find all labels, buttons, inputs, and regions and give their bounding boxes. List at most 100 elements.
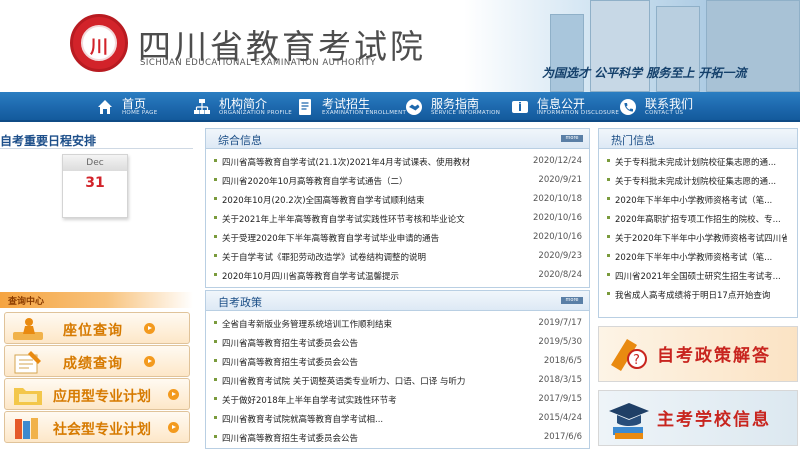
bullet-icon — [214, 273, 217, 276]
news-item: 四川省高等教育自学考试(21.1次)2021年4月考试课表、使用教材 2020/1… — [212, 154, 582, 170]
social-major-plan-button[interactable]: 社会型专业计划 — [4, 411, 190, 443]
hot-item: 2020年高职扩招专项工作招生的院校、专... — [605, 211, 785, 227]
nav-sublabel: SERVICE INFORMATION — [431, 110, 501, 116]
news-title[interactable]: 关于做好2018年上半年自学考试实践性环节考 — [222, 394, 397, 406]
news-date: 2020/10/16 — [533, 232, 582, 242]
books-icon — [15, 418, 38, 439]
more-button[interactable]: more — [561, 135, 583, 142]
hot-title[interactable]: 四川省2021年全国硕士研究生招生考试考... — [615, 270, 781, 282]
news-title[interactable]: 四川省教育考试院 关于调整英语类专业听力、口语、口译 与听力 — [222, 375, 465, 387]
pencil-paper-icon — [14, 351, 41, 374]
self-exam-policy-qa-banner[interactable]: ? 自考政策解答 — [598, 326, 798, 382]
bullet-icon — [607, 292, 610, 295]
nav-sublabel: INFORMATION DISCLOSURE — [537, 110, 620, 116]
hot-title[interactable]: 关于专科批未完成计划院校征集志愿的通... — [615, 156, 776, 168]
bullet-icon — [214, 235, 217, 238]
bullet-icon — [214, 216, 217, 219]
news-title[interactable]: 四川省高等教育招生考试委员会公告 — [222, 337, 358, 349]
button-label: 社会型专业计划 — [53, 422, 151, 438]
news-date: 2019/5/30 — [538, 337, 582, 347]
document-icon — [299, 99, 311, 115]
question-mark-icon: ? — [611, 339, 647, 371]
bullet-icon — [214, 416, 217, 419]
news-title[interactable]: 关于2021年上半年高等教育自学考试实践性环节考核和毕业论文 — [222, 213, 465, 225]
bullet-icon — [214, 321, 217, 324]
news-date: 2020/10/18 — [533, 194, 582, 204]
news-title[interactable]: 四川省教育考试院就高等教育自学考试相... — [222, 413, 383, 425]
news-title[interactable]: 全省自考新版业务管理系统培训工作顺利结束 — [222, 318, 392, 330]
applied-major-plan-button[interactable]: 应用型专业计划 — [4, 378, 190, 410]
hot-item: 2020年下半年中小学教师资格考试（笔... — [605, 192, 785, 208]
panel-header: 自考政策 more — [206, 291, 589, 311]
hot-item: 四川省2021年全国硕士研究生招生考试考... — [605, 268, 785, 284]
bullet-icon — [214, 159, 217, 162]
arrow-right-icon — [168, 422, 179, 433]
news-title[interactable]: 四川省2020年10月高等教育自学考试通告（二） — [222, 175, 407, 187]
arrow-right-icon — [168, 389, 179, 400]
news-title[interactable]: 2020年10月(20.2次)全国高等教育自学考试顺利结束 — [222, 194, 425, 206]
org-chart-icon — [194, 99, 210, 114]
news-item: 四川省高等教育招生考试委员会公告 2017/6/6 — [212, 430, 582, 446]
bullet-icon — [214, 397, 217, 400]
calendar-month: Dec — [63, 155, 127, 171]
logo-glyph: 川 — [90, 37, 108, 58]
news-title[interactable]: 四川省高等教育招生考试委员会公告 — [222, 356, 358, 368]
news-date: 2019/7/17 — [538, 318, 582, 328]
news-title[interactable]: 关于自学考试《罪犯劳动改造学》试卷结构调整的说明 — [222, 251, 426, 263]
site-header: 川 四川省教育考试院 SICHUAN EDUCATIONAL EXAMINATI… — [0, 0, 800, 92]
site-logo[interactable]: 川 — [70, 14, 128, 72]
hot-title[interactable]: 2020年高职扩招专项工作招生的院校、专... — [615, 213, 781, 225]
panel-header: 热门信息 — [599, 129, 797, 149]
divider — [0, 148, 193, 149]
hot-title[interactable]: 关于专科批未完成计划院校征集志愿的通... — [615, 175, 776, 187]
hot-info-panel: 热门信息 关于专科批未完成计划院校征集志愿的通... 关于专科批未完成计划院校征… — [598, 128, 798, 318]
hot-title[interactable]: 我省成人高考成绩将于明日17点开始查询 — [615, 289, 770, 301]
bullet-icon — [214, 197, 217, 200]
news-title[interactable]: 四川省高等教育招生考试委员会公告 — [222, 432, 358, 444]
nav-sublabel: HOME PAGE — [122, 110, 158, 116]
hot-title[interactable]: 2020年下半年中小学教师资格考试（笔... — [615, 194, 772, 206]
news-item: 2020年10月四川省高等教育自学考试温馨提示 2020/8/24 — [212, 268, 582, 284]
schedule-title: 自考重要日程安排 — [0, 134, 97, 148]
bullet-icon — [607, 216, 610, 219]
handshake-icon — [406, 99, 422, 115]
seat-query-button[interactable]: 座位查询 — [4, 312, 190, 344]
news-item: 关于自学考试《罪犯劳动改造学》试卷结构调整的说明 2020/9/23 — [212, 249, 582, 265]
button-label: 应用型专业计划 — [53, 389, 151, 405]
score-query-button[interactable]: 成绩查询 — [4, 345, 190, 377]
phone-icon — [620, 99, 636, 115]
nav-sublabel: ORGANIZATION PROFILE — [219, 110, 292, 116]
news-item: 四川省教育考试院就高等教育自学考试相... 2015/4/24 — [212, 411, 582, 427]
news-date: 2018/6/5 — [543, 356, 582, 366]
bullet-icon — [214, 178, 217, 181]
general-info-panel: 综合信息 more 四川省高等教育自学考试(21.1次)2021年4月考试课表、… — [205, 128, 590, 288]
hot-item: 关于专科批未完成计划院校征集志愿的通... — [605, 173, 785, 189]
news-date: 2018/3/15 — [538, 375, 582, 385]
news-item: 2020年10月(20.2次)全国高等教育自学考试顺利结束 2020/10/18 — [212, 192, 582, 208]
button-label: 成绩查询 — [63, 356, 123, 372]
news-date: 2015/4/24 — [538, 413, 582, 423]
more-button[interactable]: more — [561, 297, 583, 304]
news-item: 四川省高等教育招生考试委员会公告 2018/6/5 — [212, 354, 582, 370]
banner-label: 主考学校信息 — [657, 410, 771, 430]
slogan: 为国选才 公平科学 服务至上 开拓一流 — [542, 66, 747, 80]
bullet-icon — [214, 359, 217, 362]
info-icon — [512, 101, 528, 113]
examining-school-info-banner[interactable]: 主考学校信息 — [598, 390, 798, 446]
left-column: 自考重要日程安排 Dec 31 查询中心 座位查询 成绩查询 应用型专业计划 社… — [0, 128, 193, 449]
hot-title[interactable]: 关于2020年下半年中小学教师资格考试四川省... — [615, 232, 787, 244]
bullet-icon — [607, 254, 610, 257]
news-title[interactable]: 2020年10月四川省高等教育自学考试温馨提示 — [222, 270, 399, 282]
site-title-english: SICHUAN EDUCATIONAL EXAMINATION AUTHORIT… — [140, 58, 376, 68]
hot-title[interactable]: 2020年下半年中小学教师资格考试（笔... — [615, 251, 772, 263]
news-date: 2020/12/24 — [533, 156, 582, 166]
news-title[interactable]: 关于受理2020年下半年高等教育自学考试毕业申请的通告 — [222, 232, 439, 244]
calendar-date[interactable]: Dec 31 — [62, 154, 128, 218]
main-nav: 首页 HOME PAGE 机构简介 ORGANIZATION PROFILE 考… — [0, 92, 800, 122]
query-center-header: 查询中心 — [0, 292, 193, 308]
news-date: 2020/10/16 — [533, 213, 582, 223]
news-title[interactable]: 四川省高等教育自学考试(21.1次)2021年4月考试课表、使用教材 — [222, 156, 470, 168]
bullet-icon — [607, 159, 610, 162]
hot-item: 关于2020年下半年中小学教师资格考试四川省... — [605, 230, 787, 246]
news-item: 全省自考新版业务管理系统培训工作顺利结束 2019/7/17 — [212, 316, 582, 332]
